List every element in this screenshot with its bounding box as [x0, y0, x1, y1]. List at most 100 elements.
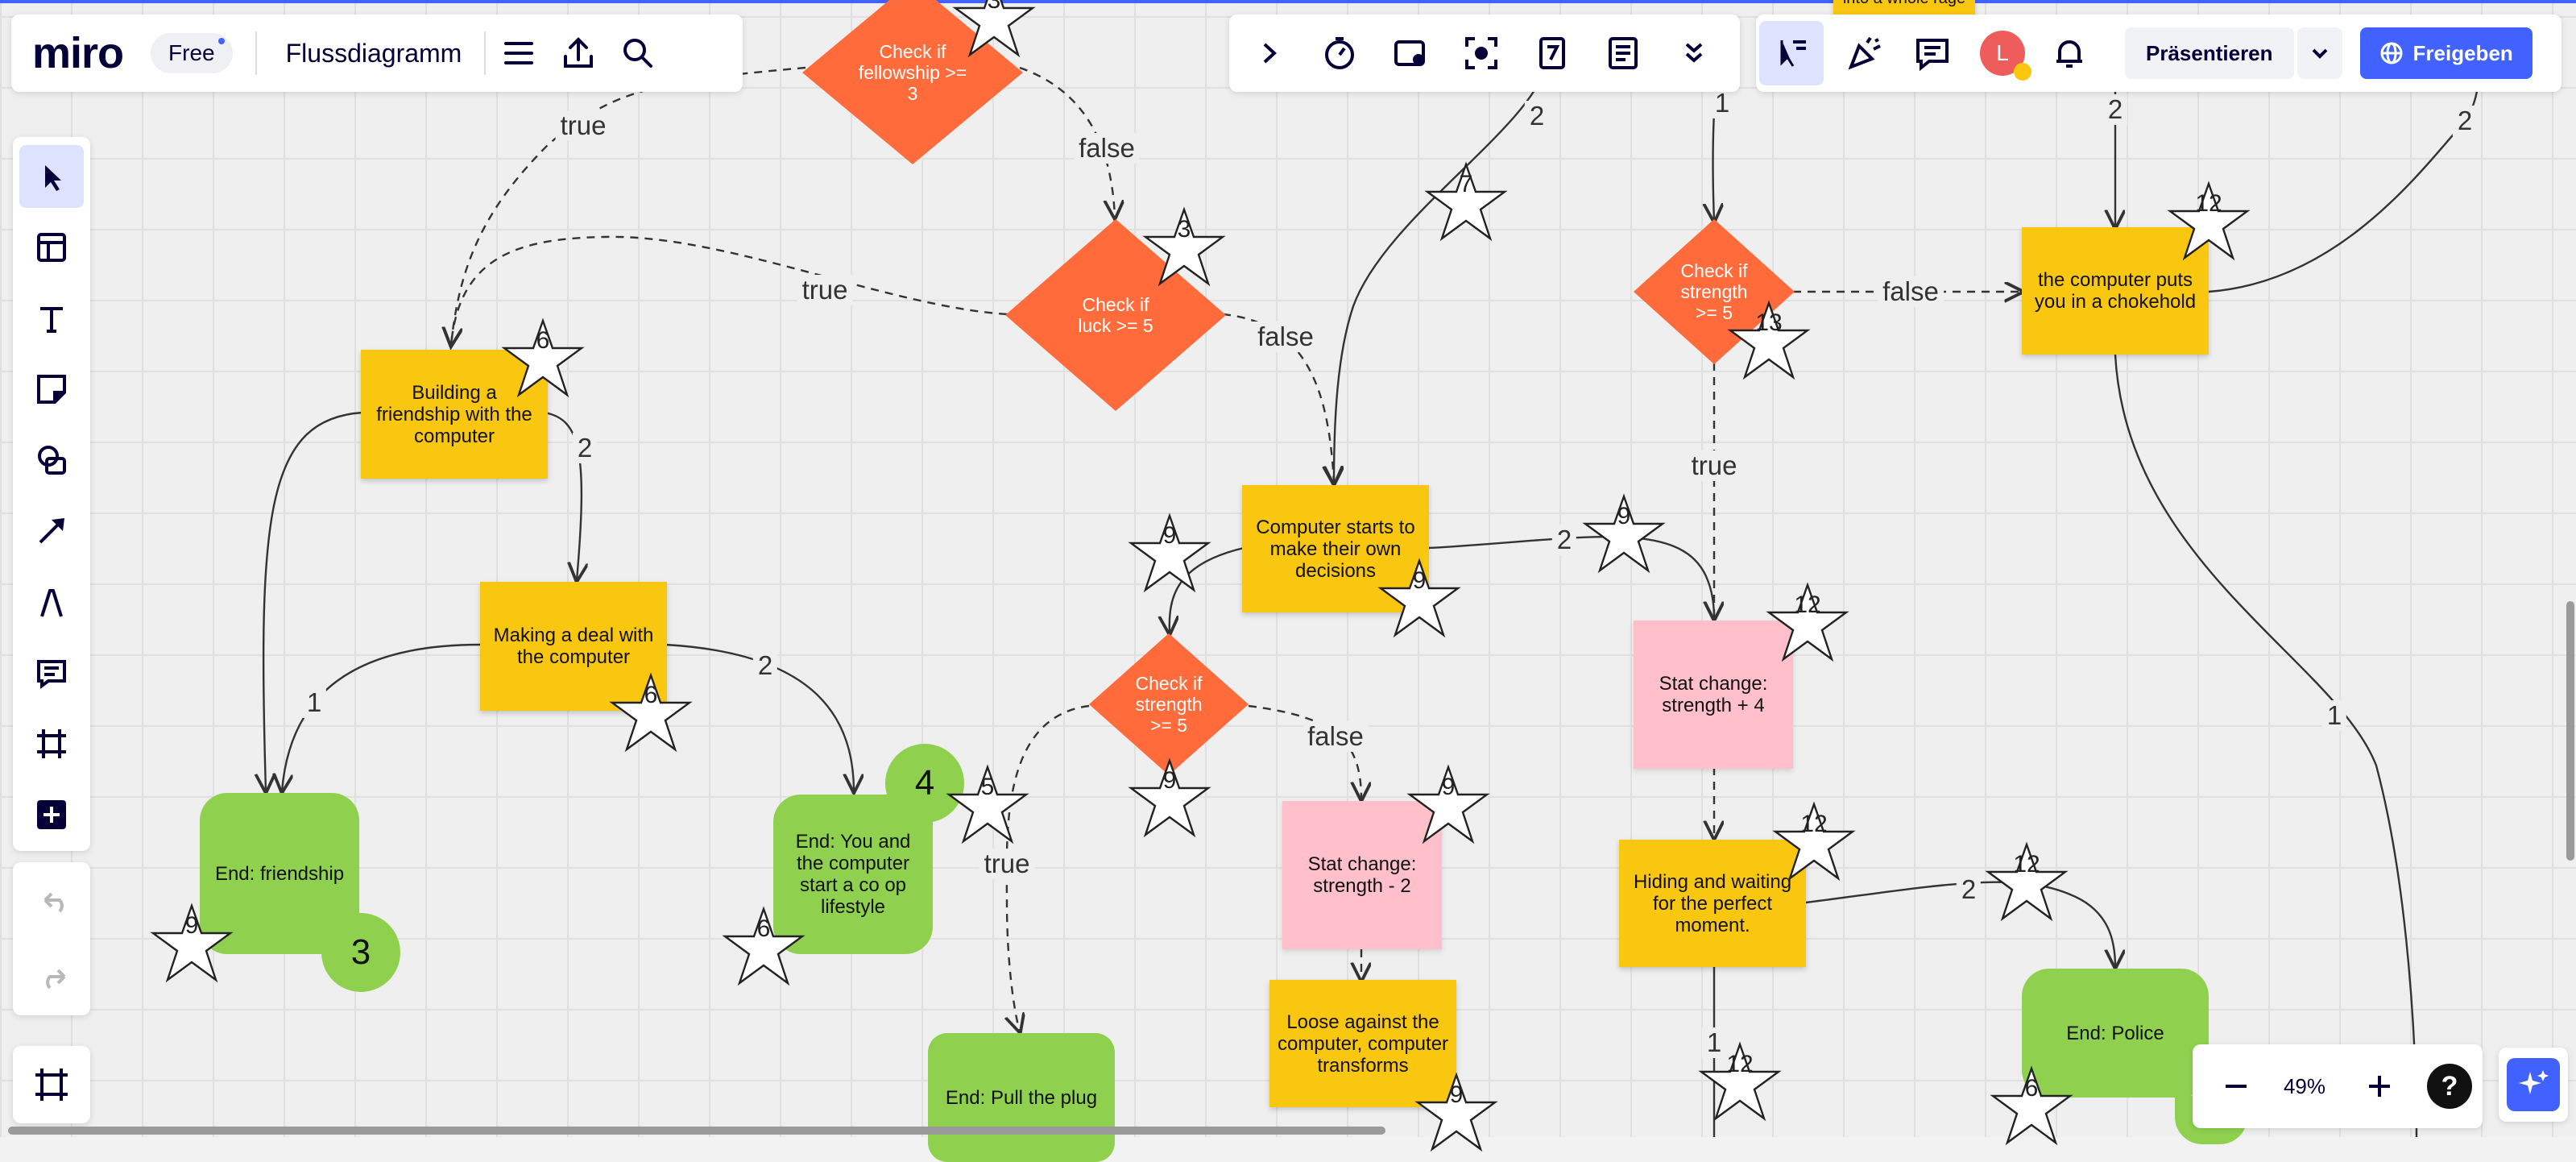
edge-label-top-chokehold: 2: [2102, 94, 2128, 125]
end-plug-node[interactable]: End: Pull the plug: [928, 1033, 1115, 1162]
star-sticker[interactable]: 12: [2167, 181, 2251, 261]
card-icon[interactable]: [1384, 27, 1437, 80]
edge-label-fellowship-false: false: [1074, 133, 1140, 164]
miro-logo[interactable]: miro: [32, 28, 124, 78]
share-button[interactable]: Freigeben: [2359, 27, 2533, 79]
zoom-level[interactable]: 49%: [2284, 1074, 2325, 1099]
star-sticker[interactable]: 9: [1377, 558, 1461, 638]
stat-strength-plus-text: Stat change: strength + 4: [1659, 673, 1768, 716]
star-sticker[interactable]: 12: [1985, 841, 2069, 922]
cursor-follow-icon[interactable]: [1759, 21, 1824, 85]
star-sticker[interactable]: 6: [501, 317, 585, 398]
chevron-down-double-icon[interactable]: [1667, 27, 1721, 80]
rage-note[interactable]: into a whole rage: [1833, 0, 1975, 15]
star-sticker-label: 9: [1441, 774, 1456, 800]
star-sticker-label: 9: [184, 912, 199, 939]
text-icon[interactable]: [19, 287, 84, 350]
top-toolbar: [1229, 15, 1740, 92]
decision-strength-mid-text: Check if strength >= 5: [1135, 673, 1203, 736]
sparkles-icon: [2507, 1058, 2560, 1111]
star-sticker[interactable]: 9: [1406, 764, 1490, 845]
star-sticker[interactable]: 9: [1414, 1072, 1498, 1152]
frames-panel-button[interactable]: [13, 1046, 90, 1123]
focus-icon[interactable]: [1455, 27, 1508, 80]
star-sticker[interactable]: 13: [1727, 300, 1811, 380]
globe-icon: [2380, 42, 2403, 64]
rage-note-text: into a whole rage: [1843, 0, 1965, 10]
star-sticker-label: 9: [1449, 1081, 1464, 1108]
star-sticker-label: 9: [1617, 503, 1631, 529]
star-sticker[interactable]: 9: [1128, 513, 1211, 593]
reactions-icon[interactable]: [1838, 27, 1891, 80]
star-sticker[interactable]: 9: [1582, 493, 1666, 574]
search-icon[interactable]: [611, 27, 665, 80]
star-sticker[interactable]: 9: [1128, 757, 1211, 838]
chevron-right-icon[interactable]: [1242, 27, 1295, 80]
edge-label-strength-right-false: false: [1878, 276, 1944, 307]
board-title[interactable]: Flussdiagramm: [286, 39, 462, 68]
timer-icon[interactable]: [1313, 27, 1366, 80]
notes-icon[interactable]: [1597, 27, 1650, 80]
edge-label-friendship-deal: 2: [572, 433, 598, 463]
plan-badge[interactable]: Free: [151, 33, 233, 73]
star-sticker[interactable]: 12: [1772, 801, 1856, 882]
undo-icon[interactable]: [28, 874, 81, 928]
edge-deal-to-end-friendship: [282, 643, 481, 791]
help-button[interactable]: ?: [2426, 1064, 2472, 1109]
star-sticker-label: 12: [1794, 591, 1821, 618]
vote-badge-friendship[interactable]: 3: [321, 913, 400, 992]
star-sticker[interactable]: 7: [1424, 161, 1508, 242]
star-sticker-label: 12: [1800, 811, 1828, 837]
star-sticker[interactable]: 6: [609, 672, 693, 753]
present-options-chevron-icon[interactable]: [2296, 27, 2342, 79]
star-sticker[interactable]: 6: [722, 906, 806, 986]
user-avatar[interactable]: L: [1980, 31, 2031, 81]
star-sticker-label: 5: [980, 774, 995, 800]
star-sticker[interactable]: 9: [150, 903, 234, 983]
vertical-scrollbar[interactable]: [2566, 601, 2574, 861]
star-sticker[interactable]: 5: [946, 764, 1029, 845]
decision-strength-mid[interactable]: Check if strength >= 5: [1089, 633, 1249, 775]
zoom-controls: 49% ?: [2193, 1044, 2483, 1128]
menu-icon[interactable]: [492, 27, 545, 80]
horizontal-scrollbar[interactable]: [8, 1127, 1385, 1135]
templates-icon[interactable]: [19, 216, 84, 279]
star-sticker-label: 7: [1459, 171, 1473, 197]
edge-fellowship-true: [451, 66, 806, 345]
edge-label-top-right: 2: [2452, 106, 2478, 136]
redo-icon[interactable]: [28, 951, 81, 1004]
edge-label-strength-mid-false: false: [1302, 721, 1369, 752]
present-button[interactable]: Präsentieren: [2125, 27, 2294, 79]
comment-icon[interactable]: [19, 641, 84, 704]
star-sticker-label: 6: [756, 915, 771, 942]
frame-icon[interactable]: [19, 712, 84, 775]
plan-dot-icon: [217, 38, 225, 44]
decision-luck-text: Check if luck >= 5: [1078, 294, 1153, 336]
star-sticker[interactable]: 6: [1990, 1065, 2073, 1146]
edge-label-luck-false: false: [1253, 322, 1319, 352]
star-sticker[interactable]: 12: [1766, 582, 1849, 662]
add-more-icon[interactable]: [19, 783, 84, 846]
end-coop-text: End: You and the computer start a co op …: [795, 831, 911, 918]
shapes-icon[interactable]: [19, 429, 84, 492]
bell-icon[interactable]: [2043, 27, 2096, 80]
edge-label-luck-true: true: [797, 275, 853, 305]
star-sticker-label: 3: [1177, 216, 1191, 243]
star-sticker[interactable]: 12: [1698, 1041, 1782, 1122]
voting-icon[interactable]: [1526, 27, 1579, 80]
comments-icon[interactable]: [1906, 27, 1959, 80]
sticky-note-icon[interactable]: [19, 358, 84, 421]
cursor-icon[interactable]: [19, 145, 84, 208]
draw-icon[interactable]: [19, 571, 84, 633]
stat-strength-minus-text: Stat change: strength - 2: [1307, 853, 1417, 897]
ai-assistant-button[interactable]: [2499, 1048, 2568, 1122]
edge-label-top-strength: 1: [1709, 88, 1735, 118]
export-icon[interactable]: [552, 27, 605, 80]
star-sticker[interactable]: 3: [1142, 206, 1226, 287]
header-divider-2: [484, 31, 487, 75]
board-header: miro Free Flussdiagramm: [11, 15, 743, 92]
zoom-in-icon[interactable]: [2353, 1060, 2406, 1113]
zoom-out-icon[interactable]: [2209, 1060, 2263, 1113]
star-sticker[interactable]: 3: [952, 0, 1036, 58]
pen-arrow-icon[interactable]: [19, 500, 84, 562]
